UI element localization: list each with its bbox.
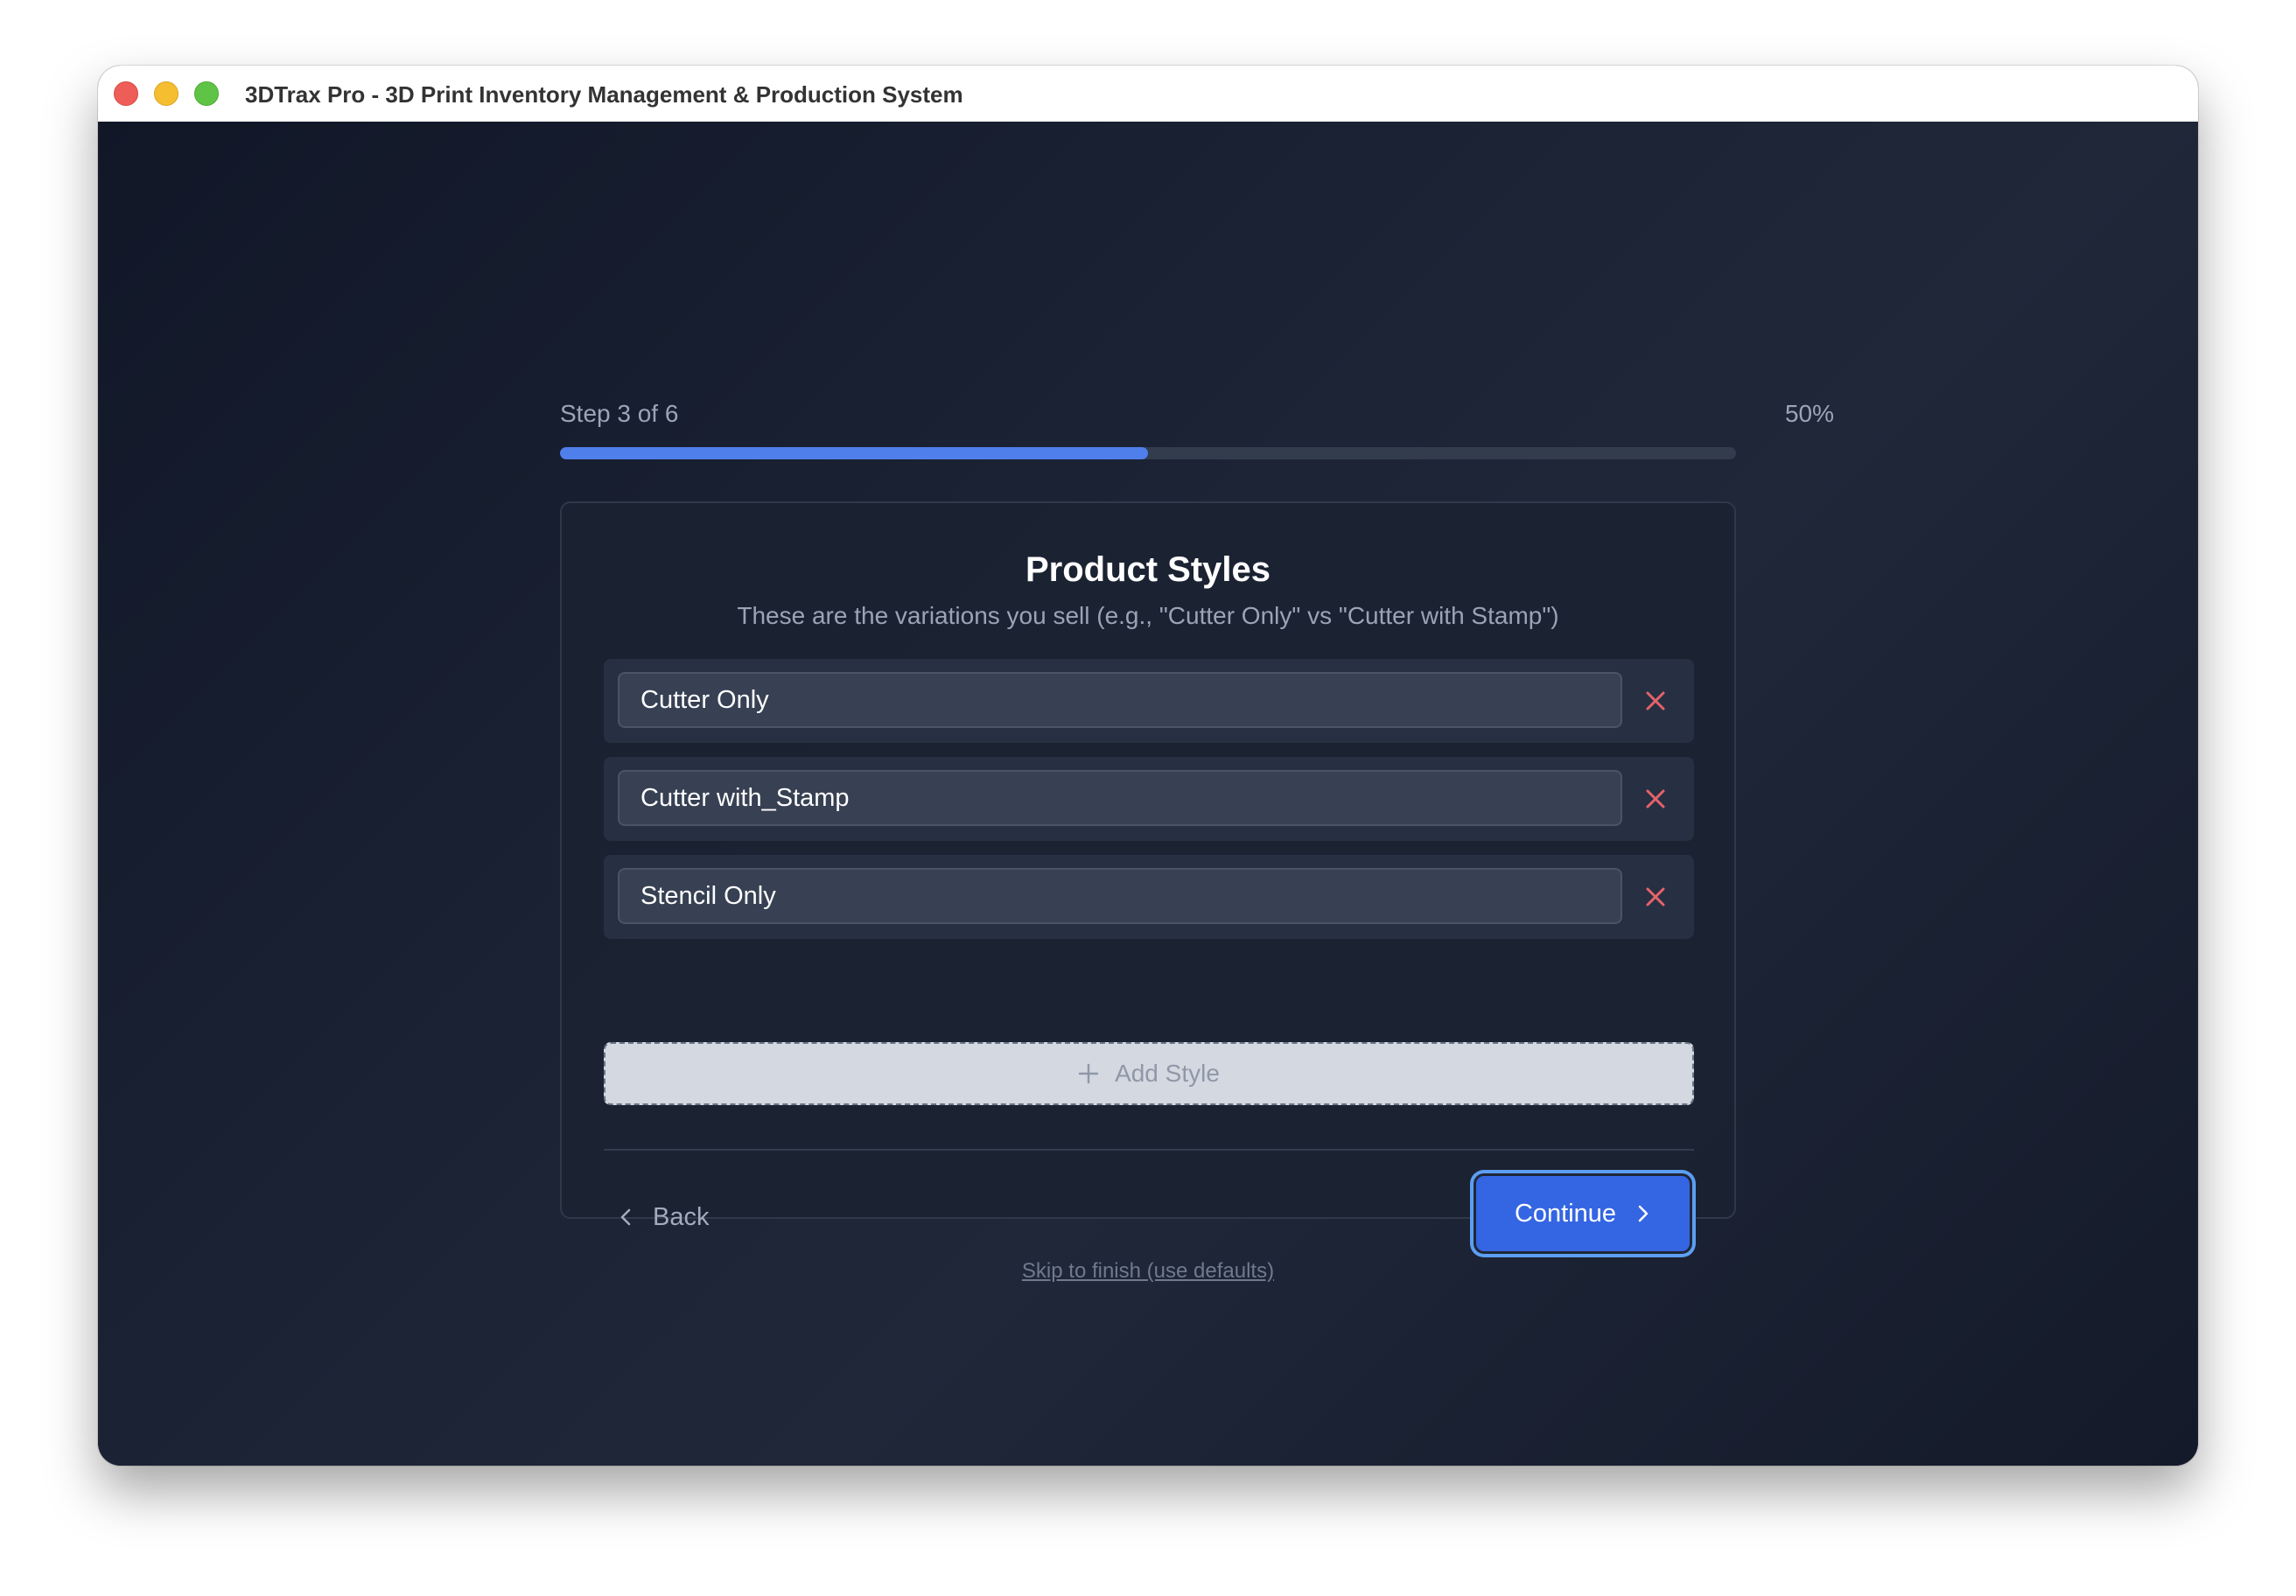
divider xyxy=(604,1149,1694,1151)
style-name-input[interactable]: Stencil Only xyxy=(618,868,1622,924)
style-name-input[interactable]: Cutter Only xyxy=(618,672,1622,728)
remove-style-button[interactable] xyxy=(1638,879,1673,914)
back-label: Back xyxy=(653,1202,710,1231)
back-button[interactable]: Back xyxy=(618,1191,709,1243)
progress-percent: 50% xyxy=(1784,400,1834,427)
continue-button[interactable]: Continue xyxy=(1474,1173,1692,1254)
chevron-right-icon xyxy=(1638,1205,1648,1222)
product-styles-card: Product Styles These are the variations … xyxy=(560,501,1736,1254)
close-window-button[interactable] xyxy=(114,81,138,106)
card-title: Product Styles xyxy=(1025,550,1271,589)
style-row: Cutter with_Stamp xyxy=(604,757,1694,841)
wizard-content: Step 3 of 6 50% Product Styles These are… xyxy=(98,122,2198,1466)
close-icon xyxy=(1646,691,1665,710)
progress-bar xyxy=(560,447,1736,459)
window-title: 3DTrax Pro - 3D Print Inventory Manageme… xyxy=(245,81,963,108)
add-style-button[interactable]: Add Style xyxy=(604,1042,1694,1105)
style-name-input[interactable]: Cutter with_Stamp xyxy=(618,770,1622,826)
minimize-window-button[interactable] xyxy=(154,81,178,106)
add-style-label: Add Style xyxy=(1115,1060,1220,1087)
progress-bar-fill xyxy=(560,447,1148,459)
close-icon xyxy=(1646,887,1665,906)
app-window: 3DTrax Pro - 3D Print Inventory Manageme… xyxy=(98,66,2198,1466)
chevron-left-icon xyxy=(620,1208,631,1226)
title-bar: 3DTrax Pro - 3D Print Inventory Manageme… xyxy=(98,66,2198,122)
skip-to-finish-link[interactable]: Skip to finish (use defaults) xyxy=(98,1259,2198,1284)
style-row: Cutter Only xyxy=(604,659,1694,743)
step-label: Step 3 of 6 xyxy=(560,400,679,427)
style-row: Stencil Only xyxy=(604,855,1694,939)
remove-style-button[interactable] xyxy=(1638,683,1673,718)
zoom-window-button[interactable] xyxy=(194,81,219,106)
plus-icon xyxy=(1078,1063,1099,1084)
remove-style-button[interactable] xyxy=(1638,781,1673,816)
card-subtitle: These are the variations you sell (e.g.,… xyxy=(737,602,1559,629)
continue-label: Continue xyxy=(1514,1199,1617,1228)
close-icon xyxy=(1646,789,1665,808)
